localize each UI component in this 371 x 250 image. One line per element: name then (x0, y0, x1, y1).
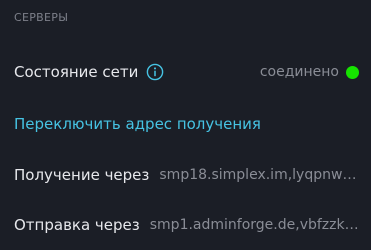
send-server-row[interactable]: Отправка через smp1.adminforge.de,vbfzzk… (14, 213, 359, 237)
receive-server-row[interactable]: Получение через smp18.simplex.im,lyqpnwb… (14, 163, 359, 187)
network-status-value: соединено (259, 64, 339, 80)
switch-receive-address-label[interactable]: Переключить адрес получения (14, 115, 261, 133)
network-status-row[interactable]: Состояние сети соединено (14, 60, 359, 84)
send-server-value: smp1.adminforge.de,vbfzzkqlkzp4ghsw7tgzl… (149, 217, 359, 233)
send-server-label: Отправка через (14, 216, 140, 234)
network-status-label: Состояние сети (14, 63, 139, 81)
receive-server-value: smp18.simplex.im,lyqpnwbs2zqfr45jqkncwpy… (159, 167, 359, 183)
connected-status-dot-icon (346, 65, 359, 79)
section-title-servers: СЕРВЕРЫ (14, 11, 69, 24)
switch-receive-address-link[interactable]: Переключить адрес получения (14, 112, 359, 136)
info-circle-icon[interactable] (146, 63, 164, 81)
receive-server-label: Получение через (14, 166, 150, 184)
